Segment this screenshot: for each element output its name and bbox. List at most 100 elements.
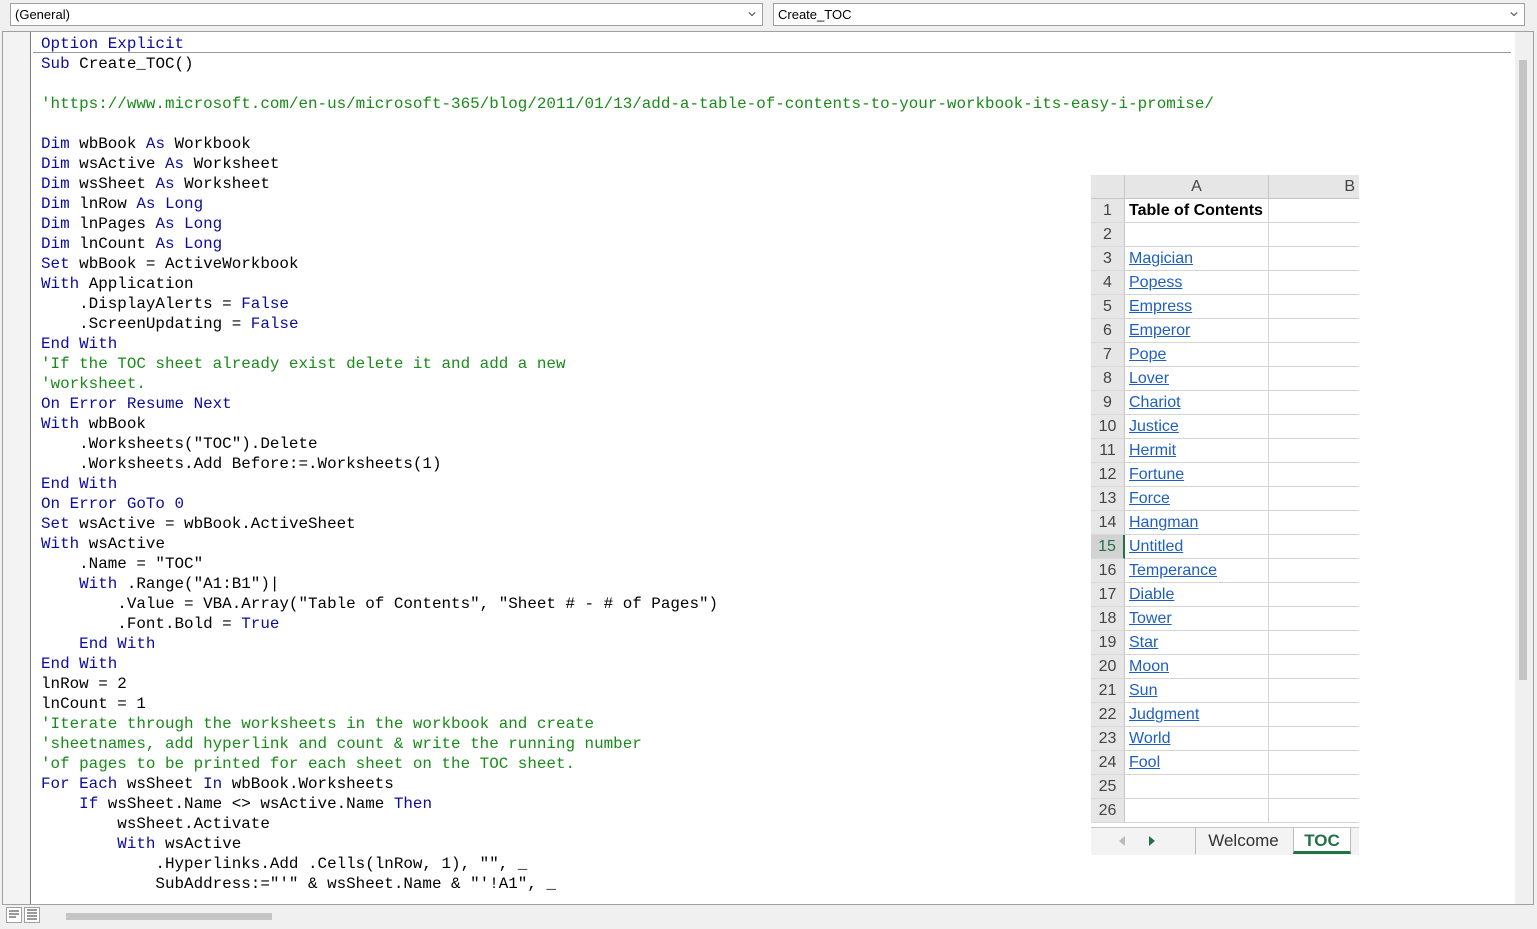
cell-a[interactable]: Magician xyxy=(1125,247,1269,271)
row-header[interactable]: 15 xyxy=(1091,535,1125,559)
row-header[interactable]: 14 xyxy=(1091,511,1125,535)
hyperlink[interactable]: Hermit xyxy=(1129,442,1176,459)
select-all-corner[interactable] xyxy=(1091,175,1125,199)
code-line[interactable]: 'If the TOC sheet already exist delete i… xyxy=(41,354,1214,374)
cell-b[interactable] xyxy=(1269,319,1359,343)
hyperlink[interactable]: Untitled xyxy=(1129,538,1183,555)
cell-b[interactable] xyxy=(1269,703,1359,727)
code-line[interactable]: With wsActive xyxy=(41,834,1214,854)
cell-a[interactable]: Hangman xyxy=(1125,511,1269,535)
cell-b[interactable] xyxy=(1269,559,1359,583)
code-line[interactable]: Option Explicit xyxy=(41,34,1214,54)
row-header[interactable]: 20 xyxy=(1091,655,1125,679)
cell-a[interactable]: Hermit xyxy=(1125,439,1269,463)
code-line[interactable]: On Error Resume Next xyxy=(41,394,1214,414)
cell-a[interactable] xyxy=(1125,775,1269,799)
cell-a[interactable]: Lover xyxy=(1125,367,1269,391)
hyperlink[interactable]: Pope xyxy=(1129,346,1166,363)
cell-b[interactable] xyxy=(1269,223,1359,247)
cell-b[interactable] xyxy=(1269,679,1359,703)
cell-a[interactable]: Moon xyxy=(1125,655,1269,679)
cell-b[interactable] xyxy=(1269,799,1359,823)
code-line[interactable]: .Value = VBA.Array("Table of Contents", … xyxy=(41,594,1214,614)
row-header[interactable]: 26 xyxy=(1091,799,1125,823)
cell-a[interactable]: Judgment xyxy=(1125,703,1269,727)
hyperlink[interactable]: Moon xyxy=(1129,658,1169,675)
row-header[interactable]: 5 xyxy=(1091,295,1125,319)
column-header-b[interactable]: B xyxy=(1269,175,1359,199)
code-line[interactable]: Dim wsSheet As Worksheet xyxy=(41,174,1214,194)
code-line[interactable]: With .Range("A1:B1")| xyxy=(41,574,1214,594)
row-header[interactable]: 25 xyxy=(1091,775,1125,799)
code-line[interactable]: .Hyperlinks.Add .Cells(lnRow, 1), "", _ xyxy=(41,854,1214,874)
cell-a[interactable]: Justice xyxy=(1125,415,1269,439)
code-line[interactable]: 'https://www.microsoft.com/en-us/microso… xyxy=(41,94,1214,114)
column-header-a[interactable]: A xyxy=(1125,175,1269,199)
cell-b[interactable] xyxy=(1269,199,1359,223)
row-header[interactable]: 16 xyxy=(1091,559,1125,583)
hyperlink[interactable]: Empress xyxy=(1129,298,1192,315)
row-header[interactable]: 21 xyxy=(1091,679,1125,703)
scroll-tabs-left-icon[interactable] xyxy=(1119,836,1125,846)
cell-a[interactable]: Untitled xyxy=(1125,535,1269,559)
code-line[interactable]: Dim lnRow As Long xyxy=(41,194,1214,214)
row-header[interactable]: 18 xyxy=(1091,607,1125,631)
cell-a[interactable]: Emperor xyxy=(1125,319,1269,343)
row-header[interactable]: 7 xyxy=(1091,343,1125,367)
cell-a[interactable]: Tower xyxy=(1125,607,1269,631)
hyperlink[interactable]: Magician xyxy=(1129,250,1193,267)
row-header[interactable]: 4 xyxy=(1091,271,1125,295)
code-line[interactable]: 'sheetnames, add hyperlink and count & w… xyxy=(41,734,1214,754)
hyperlink[interactable]: Fool xyxy=(1129,754,1160,771)
horizontal-scroll-thumb[interactable] xyxy=(66,913,272,920)
hyperlink[interactable]: Diable xyxy=(1129,586,1174,603)
cell-b[interactable] xyxy=(1269,415,1359,439)
hyperlink[interactable]: Lover xyxy=(1129,370,1169,387)
cell-b[interactable] xyxy=(1269,535,1359,559)
code-line[interactable]: lnRow = 2 xyxy=(41,674,1214,694)
cell-a[interactable]: Diable xyxy=(1125,583,1269,607)
row-header[interactable]: 23 xyxy=(1091,727,1125,751)
cell-a[interactable]: Pope xyxy=(1125,343,1269,367)
cell-b[interactable] xyxy=(1269,439,1359,463)
cell-b[interactable] xyxy=(1269,487,1359,511)
code-line[interactable]: Set wbBook = ActiveWorkbook xyxy=(41,254,1214,274)
code-line[interactable]: 'of pages to be printed for each sheet o… xyxy=(41,754,1214,774)
vertical-scroll-thumb[interactable] xyxy=(1519,60,1527,680)
cell-a[interactable]: Empress xyxy=(1125,295,1269,319)
code-line[interactable]: Dim lnCount As Long xyxy=(41,234,1214,254)
hyperlink[interactable]: Force xyxy=(1129,490,1170,507)
sheet-tab-toc[interactable]: TOC xyxy=(1293,828,1351,854)
code-line[interactable]: .Worksheets("TOC").Delete xyxy=(41,434,1214,454)
cell-a[interactable] xyxy=(1125,223,1269,247)
row-header[interactable]: 8 xyxy=(1091,367,1125,391)
cell-b[interactable] xyxy=(1269,295,1359,319)
hyperlink[interactable]: World xyxy=(1129,730,1171,747)
scroll-tabs-right-icon[interactable] xyxy=(1149,836,1155,846)
code-line[interactable]: 'worksheet. xyxy=(41,374,1214,394)
code-line[interactable]: Dim wsActive As Worksheet xyxy=(41,154,1214,174)
cell-b[interactable] xyxy=(1269,271,1359,295)
procedure-view-button[interactable] xyxy=(6,907,22,923)
cell-a[interactable]: Star xyxy=(1125,631,1269,655)
row-header[interactable]: 22 xyxy=(1091,703,1125,727)
cell-b[interactable] xyxy=(1269,367,1359,391)
cell-b[interactable] xyxy=(1269,511,1359,535)
hyperlink[interactable]: Hangman xyxy=(1129,514,1198,531)
code-line[interactable]: .DisplayAlerts = False xyxy=(41,294,1214,314)
cell-b[interactable] xyxy=(1269,775,1359,799)
code-line[interactable]: If wsSheet.Name <> wsActive.Name Then xyxy=(41,794,1214,814)
cell-b[interactable] xyxy=(1269,247,1359,271)
cell-a[interactable]: Sun xyxy=(1125,679,1269,703)
hyperlink[interactable]: Sun xyxy=(1129,682,1157,699)
row-header[interactable]: 6 xyxy=(1091,319,1125,343)
cell-a[interactable]: Chariot xyxy=(1125,391,1269,415)
row-header[interactable]: 10 xyxy=(1091,415,1125,439)
hyperlink[interactable]: Fortune xyxy=(1129,466,1184,483)
code-text[interactable]: Option Explicit Sub Create_TOC()'https://… xyxy=(41,34,1214,894)
code-line[interactable] xyxy=(41,74,1214,94)
row-header[interactable]: 24 xyxy=(1091,751,1125,775)
cell-b[interactable] xyxy=(1269,727,1359,751)
code-line[interactable]: End With xyxy=(41,634,1214,654)
hyperlink[interactable]: Emperor xyxy=(1129,322,1190,339)
